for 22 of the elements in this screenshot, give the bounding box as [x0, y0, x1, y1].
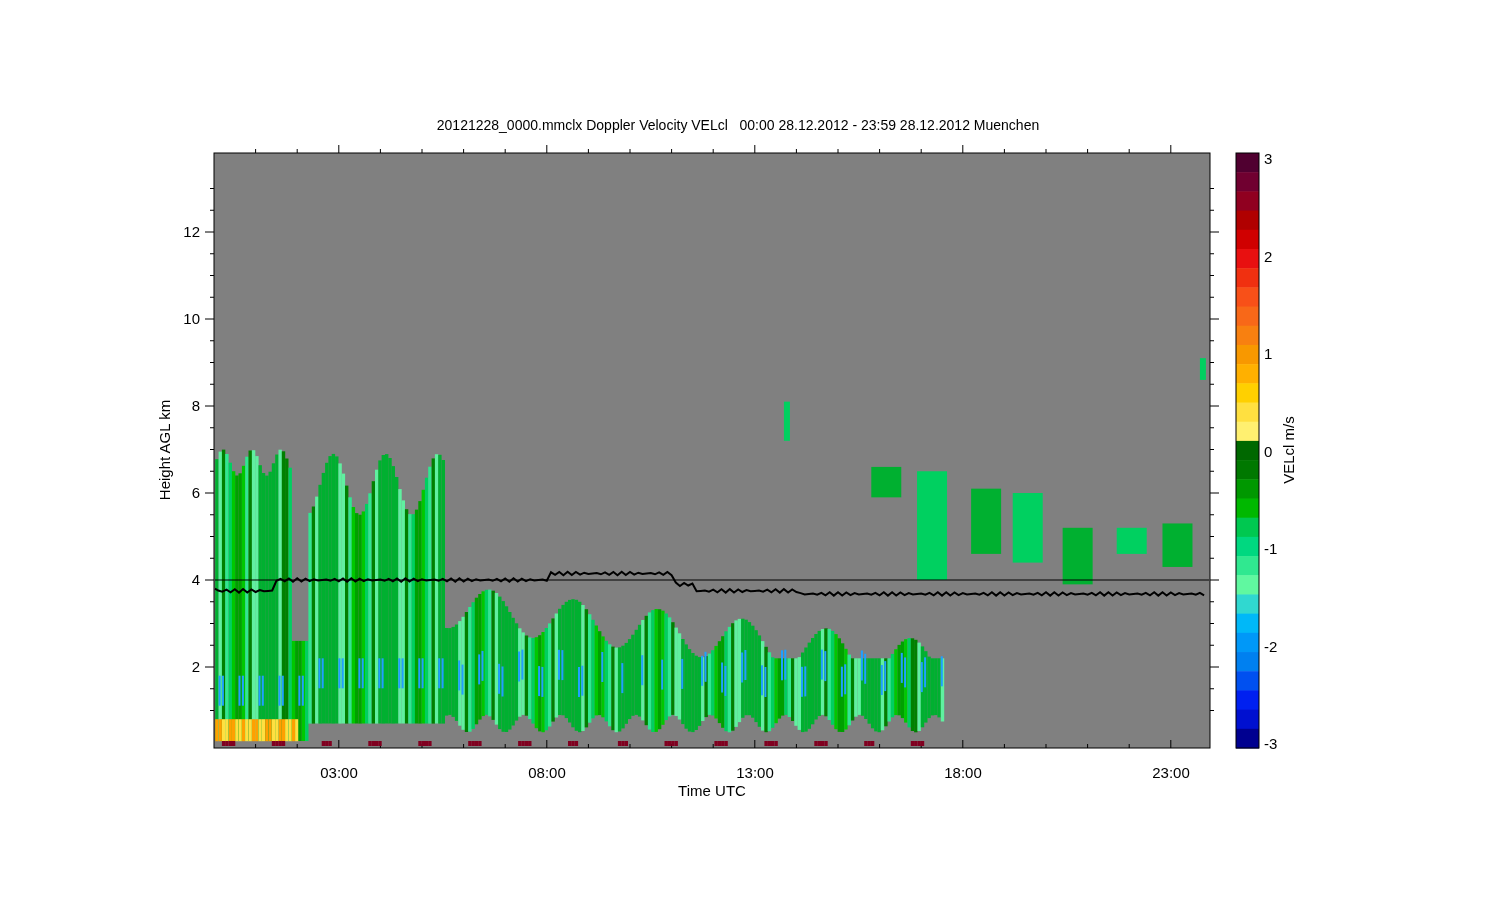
chart-title: 20121228_0000.mmclx Doppler Velocity VELcl 00:00 28.12.2012 - 23:59 28.12.2012 Muenchen	[436, 117, 1040, 133]
x-axis-label: Time UTC	[678, 782, 746, 799]
y-tick-label: 10	[183, 310, 200, 327]
y-tick-label: 4	[191, 571, 200, 588]
x-tick-label: 08:00	[528, 764, 566, 781]
y-tick-label: 6	[191, 484, 200, 501]
colorbar-tick-label: -1	[1264, 540, 1278, 557]
y-tick-label: 8	[191, 397, 200, 414]
colorbar-tick-label: 1	[1264, 345, 1273, 362]
colorbar-tick-label: 0	[1264, 442, 1273, 460]
colorbar-label: VELcl m/s	[1280, 416, 1297, 484]
x-tick-label: 23:00	[1152, 764, 1190, 781]
colorbar-tick-label: -2	[1264, 637, 1278, 655]
colorbar-tick-label: 3	[1264, 150, 1273, 167]
y-tick-label: 2	[191, 658, 200, 675]
y-axis-label: Height AGL km	[156, 399, 173, 501]
x-tick-label: 18:00	[944, 764, 982, 781]
x-tick-label: 03:00	[320, 764, 358, 781]
colorbar-tick-label: -3	[1264, 735, 1278, 752]
y-tick-label: 12	[183, 223, 200, 240]
x-tick-label: 13:00	[736, 764, 774, 781]
colorbar-tick-label: 2	[1264, 247, 1273, 265]
